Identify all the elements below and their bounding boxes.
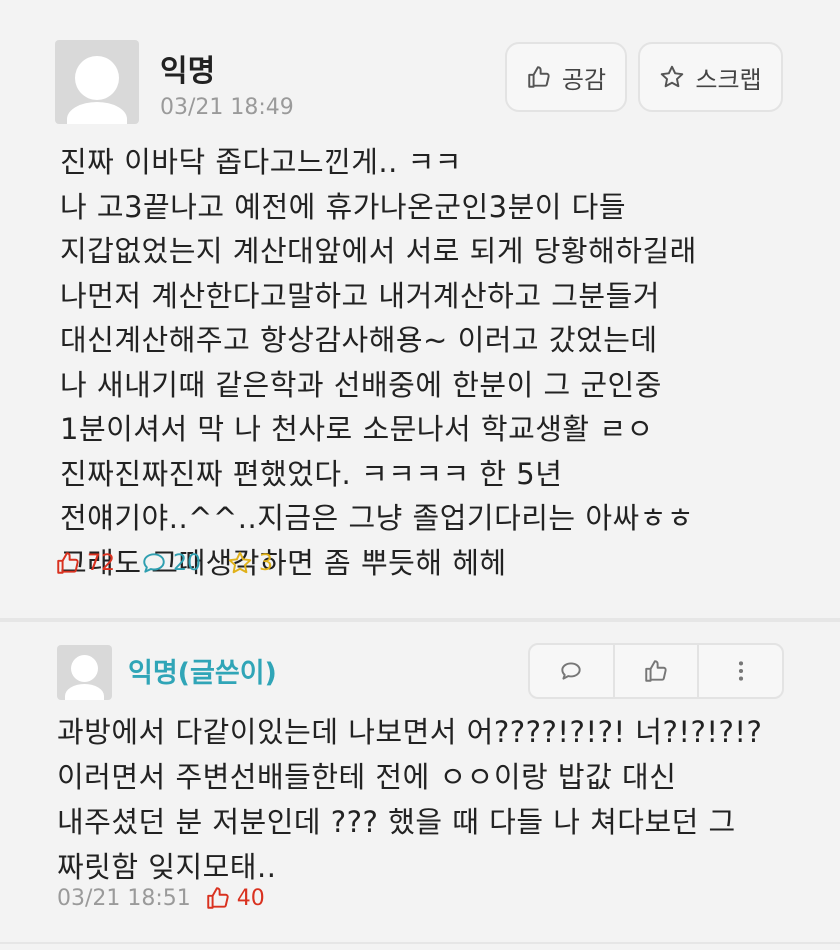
- thumbs-up-icon: [57, 552, 79, 574]
- comment-line: 짜릿함 잊지모태..: [57, 850, 277, 884]
- thumbs-up-icon: [645, 660, 667, 682]
- comment-line: 이러면서 주변선배들한테 전에 ㅇㅇ이랑 밥값 대신: [57, 760, 677, 794]
- avatar-head: [71, 655, 98, 682]
- post-line: 1분이셔서 막 나 천사로 소문나서 학교생활 ㄹㅇ: [60, 412, 654, 446]
- scrap-count-value: 3: [259, 550, 273, 576]
- comment-line: 과방에서 다같이있는데 나보면서 어????!?!?! 너?!?!?!?: [57, 715, 763, 749]
- post-line: 나 새내기때 같은학과 선배중에 한분이 그 군인중: [60, 367, 662, 402]
- post-line: 나먼저 계산한다고말하고 내거계산하고 그분들거: [60, 278, 660, 313]
- scrap-button[interactable]: 스크랩: [638, 42, 783, 112]
- post-author: 익명: [160, 54, 216, 89]
- comment-avatar: [57, 645, 112, 700]
- scrap-label: 스크랩: [695, 65, 762, 94]
- comment-like-count: 40: [205, 885, 265, 911]
- like-count-value: 72: [87, 550, 115, 576]
- post-line: 나 고3끝나고 예전에 휴가나온군인3분이 다들: [60, 189, 627, 224]
- comment-body: 과방에서 다같이있는데 나보면서 어????!?!?! 너?!?!?!? 이러면…: [57, 710, 817, 890]
- star-icon: [661, 65, 684, 88]
- avatar-body: [67, 102, 127, 124]
- comment-count: 20: [141, 550, 201, 576]
- vote-button[interactable]: 공감: [505, 42, 627, 112]
- more-vertical-icon: [738, 661, 743, 681]
- vote-label: 공감: [561, 65, 607, 94]
- comment-author: 익명(글쓴이): [128, 658, 277, 689]
- speech-bubble-icon: [561, 662, 581, 680]
- more-options-button[interactable]: [697, 645, 782, 697]
- comment-meta: 03/21 18:51 40: [57, 885, 265, 911]
- divider: [0, 618, 840, 622]
- comment-time: 03/21 18:51: [57, 885, 191, 911]
- avatar-head: [75, 56, 119, 100]
- post-line: 지갑없었는지 계산대앞에서 서로 되게 당황해하길래: [60, 234, 697, 268]
- avatar: [55, 40, 139, 124]
- thumbs-up-icon: [207, 887, 229, 909]
- post-page: 익명 03/21 18:49 공감 스크랩 진짜 이바닥 좁다고느낀게.. ㅋㅋ…: [0, 0, 840, 950]
- post-line: 진짜 이바닥 좁다고느낀게.. ㅋㅋ: [60, 145, 462, 179]
- post-line: 대신계산해주고 항상감사해용~ 이러고 갔었는데: [60, 323, 658, 357]
- reply-button[interactable]: [530, 645, 613, 697]
- post-line: 전얘기야..^^..지금은 그냥 졸업기다리는 아싸ㅎㅎ: [60, 501, 695, 535]
- comment-vote-button[interactable]: [612, 645, 698, 697]
- thumbs-up-icon: [528, 66, 550, 88]
- avatar-body: [65, 684, 104, 700]
- comment-actions: [528, 643, 784, 699]
- comment-line: 내주셨던 분 저분인데 ??? 했을 때 다들 나 쳐다보던 그: [57, 805, 736, 839]
- scrap-count: 3: [227, 550, 273, 576]
- post-body: 진짜 이바닥 좁다고느낀게.. ㅋㅋ 나 고3끝나고 예전에 휴가나온군인3분이…: [60, 140, 810, 585]
- like-count: 72: [55, 550, 115, 576]
- star-icon: [228, 551, 252, 574]
- post-line: 진짜진짜진짜 편했었다. ㅋㅋㅋㅋ 한 5년: [60, 456, 563, 491]
- post-stats: 72 20 3: [55, 550, 273, 576]
- speech-bubble-icon: [143, 553, 165, 573]
- comment-count-value: 20: [173, 550, 201, 576]
- comment-like-value: 40: [236, 885, 265, 911]
- divider: [0, 942, 840, 944]
- post-time: 03/21 18:49: [160, 95, 294, 120]
